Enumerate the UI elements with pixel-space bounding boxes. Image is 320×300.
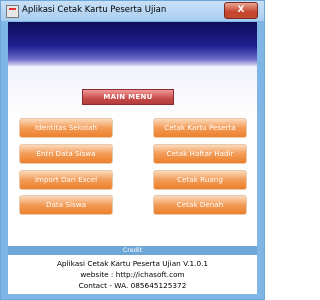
title-bar[interactable]: Aplikasi Cetak Kartu Peserta Ujian X xyxy=(1,1,264,21)
import-dari-excel-button[interactable]: Import Dari Excel xyxy=(19,170,113,190)
identitas-sekolah-button[interactable]: Identitas Sekolah xyxy=(19,118,113,138)
menu-panel: MAIN MENU Identitas Sekolah Entri Data S… xyxy=(8,66,257,246)
data-siswa-button[interactable]: Data Siswa xyxy=(19,195,113,215)
cetak-kartu-peserta-button[interactable]: Cetak Kartu Peserta xyxy=(153,118,247,138)
cetak-ruang-button[interactable]: Cetak Ruang xyxy=(153,170,247,190)
credit-panel: Aplikasi Cetak Kartu Peserta Ujian V.1.0… xyxy=(8,255,257,294)
client-area: MAIN MENU Identitas Sekolah Entri Data S… xyxy=(8,22,257,294)
cetak-denah-button[interactable]: Cetak Denah xyxy=(153,195,247,215)
cetak-haftar-hadir-button[interactable]: Cetak Haftar Hadir xyxy=(153,144,247,164)
app-window: Aplikasi Cetak Kartu Peserta Ujian X MAI… xyxy=(0,0,265,300)
header-banner xyxy=(8,22,257,66)
credit-website: website : http://ichasoft.com xyxy=(80,270,185,279)
credit-header: Credit xyxy=(8,246,257,255)
credit-app-version: Aplikasi Cetak Kartu Peserta Ujian V.1.0… xyxy=(56,259,209,268)
window-title: Aplikasi Cetak Kartu Peserta Ujian xyxy=(22,5,167,15)
credit-contact: Contact - WA. 085645125372 xyxy=(78,281,187,290)
close-button[interactable]: X xyxy=(224,2,258,19)
main-menu-label: MAIN MENU xyxy=(82,89,174,105)
app-icon xyxy=(6,5,19,18)
entri-data-siswa-button[interactable]: Entri Data Siswa xyxy=(19,144,113,164)
